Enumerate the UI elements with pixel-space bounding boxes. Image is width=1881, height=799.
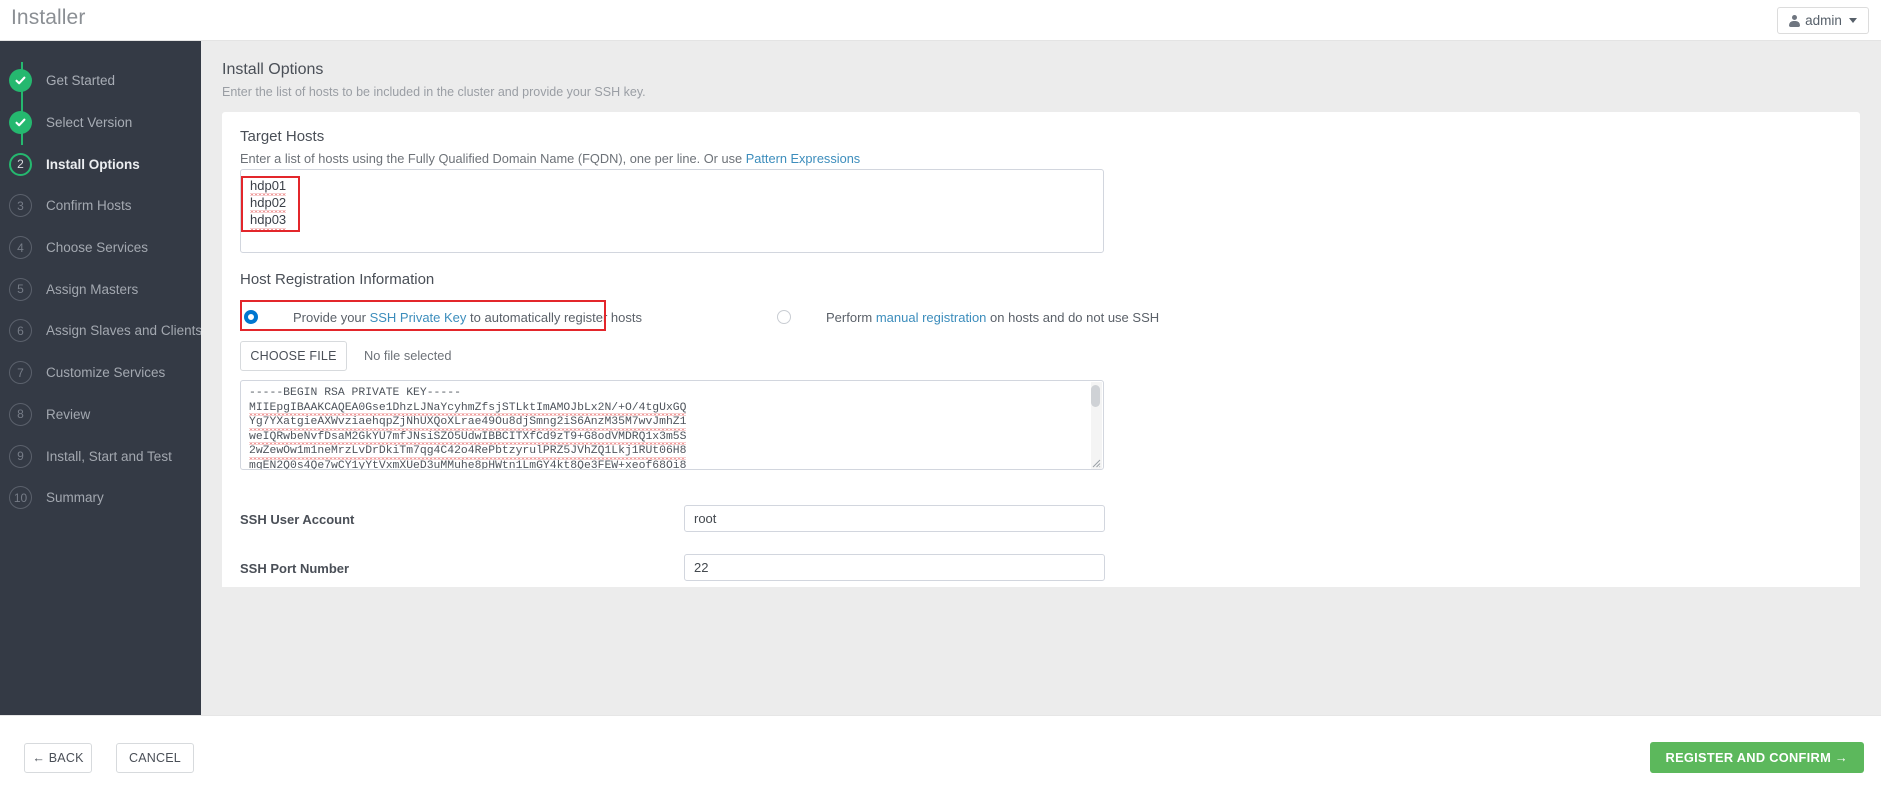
manual-opt-before: Perform (826, 309, 876, 325)
user-icon (1789, 14, 1801, 27)
wizard-step-list: Get Started Select Version 2 Install Option… (0, 41, 203, 519)
sidebar-step-label: Assign Masters (46, 281, 139, 297)
ssh-key-line: MIIEpgIBAAKCAQEA0Gse1DhzLJNaYcyhmZfsjSTL… (249, 401, 1087, 417)
step-complete-check-icon (9, 69, 32, 93)
step-number-badge: 2 (9, 152, 32, 176)
no-file-selected-label: No file selected (364, 348, 452, 363)
sidebar-step-label: Summary (46, 490, 104, 506)
step-number-badge: 3 (9, 194, 32, 218)
sidebar-step-summary: 10 Summary (0, 477, 201, 519)
target-hosts-desc-text: Enter a list of hosts using the Fully Qu… (240, 151, 746, 166)
page-title: Install Options (222, 61, 324, 78)
radio-manual-indicator[interactable] (777, 310, 791, 324)
installer-page: Installer admin Get Started Select Versio… (0, 0, 1881, 799)
radio-option-ssh-key[interactable]: Provide your SSH Private Key to automati… (244, 302, 642, 332)
back-button[interactable]: ← BACK (24, 743, 92, 773)
ssh-user-account-input[interactable] (684, 505, 1105, 532)
sidebar-step-choose-services: 4 Choose Services (0, 227, 201, 269)
step-number-badge: 4 (9, 236, 32, 260)
target-hosts-heading: Target Hosts (240, 128, 325, 145)
radio-ssh-key-label: Provide your SSH Private Key to automati… (293, 310, 642, 325)
radio-ssh-key-indicator[interactable] (244, 310, 258, 324)
sidebar-step-assign-masters: 5 Assign Masters (0, 268, 201, 310)
registration-method-radio-group: Provide your SSH Private Key to automati… (240, 302, 1840, 332)
ssh-private-key-link[interactable]: SSH Private Key (370, 310, 467, 325)
step-number-badge: 10 (9, 486, 32, 510)
ssh-private-key-value: -----BEGIN RSA PRIVATE KEY----- MIIEpgIBA… (249, 386, 1087, 469)
target-host-line: hdp02 (250, 194, 1094, 214)
target-hosts-description: Enter a list of hosts using the Fully Qu… (240, 151, 860, 166)
ssh-key-scrollbar-thumb[interactable] (1091, 385, 1100, 407)
step-number-badge: 7 (9, 361, 32, 385)
ssh-key-line: Yg7YXatgieAXWvziaehqpZjNhUXQoXLrae49Ou8d… (249, 415, 1087, 431)
step-number-badge: 6 (9, 319, 32, 343)
target-host-line: hdp01 (250, 177, 1094, 197)
page-subtitle: Enter the list of hosts to be included i… (222, 85, 646, 99)
step-number-badge: 5 (9, 277, 32, 301)
ssh-user-account-label: SSH User Account (240, 512, 355, 527)
ssh-key-line: weIQRwbeNvfDsaM2GkYU7mfJNsiSZO5UdwIBBCIT… (249, 430, 1087, 446)
sidebar-step-get-started[interactable]: Get Started (0, 60, 201, 102)
manual-opt-after: on hosts and do not use SSH (986, 309, 1160, 325)
target-hosts-textarea[interactable]: hdp01 hdp02 hdp03 (240, 169, 1104, 253)
user-menu-button[interactable]: admin (1777, 7, 1869, 34)
ssh-key-line: 2wZewOw1m1neMrzLvDrDkiTm7qg4C42o4RePbtzy… (249, 444, 1087, 460)
sidebar-step-label: Customize Services (46, 365, 166, 381)
sidebar-step-assign-slaves-and-clients: 6 Assign Slaves and Clients (0, 310, 203, 352)
manual-registration-link[interactable]: manual registration (876, 310, 987, 325)
top-bar: Installer admin (0, 0, 1881, 41)
sidebar-step-select-version[interactable]: Select Version (0, 102, 201, 144)
ssh-private-key-textarea[interactable]: -----BEGIN RSA PRIVATE KEY----- MIIEpgIBA… (240, 380, 1104, 470)
sidebar-step-label: Get Started (46, 73, 116, 89)
step-number-badge: 8 (9, 402, 32, 426)
ssh-opt-after: to automatically register hosts (466, 309, 642, 325)
radio-manual-label: Perform manual registration on hosts and… (826, 310, 1159, 325)
step-number-badge: 9 (9, 444, 32, 468)
target-hosts-value: hdp01 hdp02 hdp03 (250, 177, 1094, 231)
sidebar-step-label: Confirm Hosts (46, 198, 132, 214)
ssh-opt-before: Provide your (293, 309, 370, 325)
resize-grip-icon[interactable] (1090, 457, 1101, 468)
sidebar-step-label: Assign Slaves and Clients (46, 323, 203, 339)
choose-file-button[interactable]: CHOOSE FILE (240, 341, 347, 371)
sidebar-step-confirm-hosts: 3 Confirm Hosts (0, 185, 201, 227)
cancel-button[interactable]: CANCEL (116, 743, 194, 773)
sidebar-step-label: Select Version (46, 115, 133, 131)
step-complete-check-icon (9, 111, 32, 135)
pattern-expressions-link[interactable]: Pattern Expressions (746, 151, 861, 166)
host-registration-heading: Host Registration Information (240, 271, 435, 288)
sidebar-step-label: Review (46, 406, 91, 422)
sidebar-step-label: Install, Start and Test (46, 448, 172, 464)
sidebar-step-install-start-and-test: 9 Install, Start and Test (0, 435, 201, 477)
chevron-down-icon (1848, 18, 1857, 23)
target-host-line: hdp03 (250, 211, 1094, 231)
wizard-sidebar: Get Started Select Version 2 Install Option… (0, 41, 203, 715)
sidebar-step-review: 8 Review (0, 394, 201, 436)
ssh-key-line: mgEN2Q0s4Qe7wCY1yYtVxmXUeD3uMMuhe8pHWtn1… (249, 459, 1087, 469)
ssh-key-line: -----BEGIN RSA PRIVATE KEY----- (249, 387, 461, 399)
user-menu-label: admin (1805, 13, 1842, 28)
sidebar-step-label: Install Options (46, 156, 140, 172)
spellcheck-underline (250, 227, 287, 231)
sidebar-step-customize-services: 7 Customize Services (0, 352, 201, 394)
app-brand-title: Installer (11, 6, 86, 29)
ssh-port-number-label: SSH Port Number (240, 561, 350, 576)
sidebar-step-install-options[interactable]: 2 Install Options (0, 143, 201, 185)
install-options-panel: Target Hosts Enter a list of hosts using… (222, 112, 1860, 587)
register-and-confirm-button[interactable]: REGISTER AND CONFIRM → (1649, 742, 1864, 773)
sidebar-step-label: Choose Services (46, 240, 149, 256)
wizard-footer: ← BACK CANCEL REGISTER AND CONFIRM → (0, 715, 1881, 799)
ssh-port-number-input[interactable] (684, 554, 1105, 581)
radio-option-manual[interactable]: Perform manual registration on hosts and… (777, 302, 1159, 332)
main-content: Install Options Enter the list of hosts … (201, 41, 1881, 715)
